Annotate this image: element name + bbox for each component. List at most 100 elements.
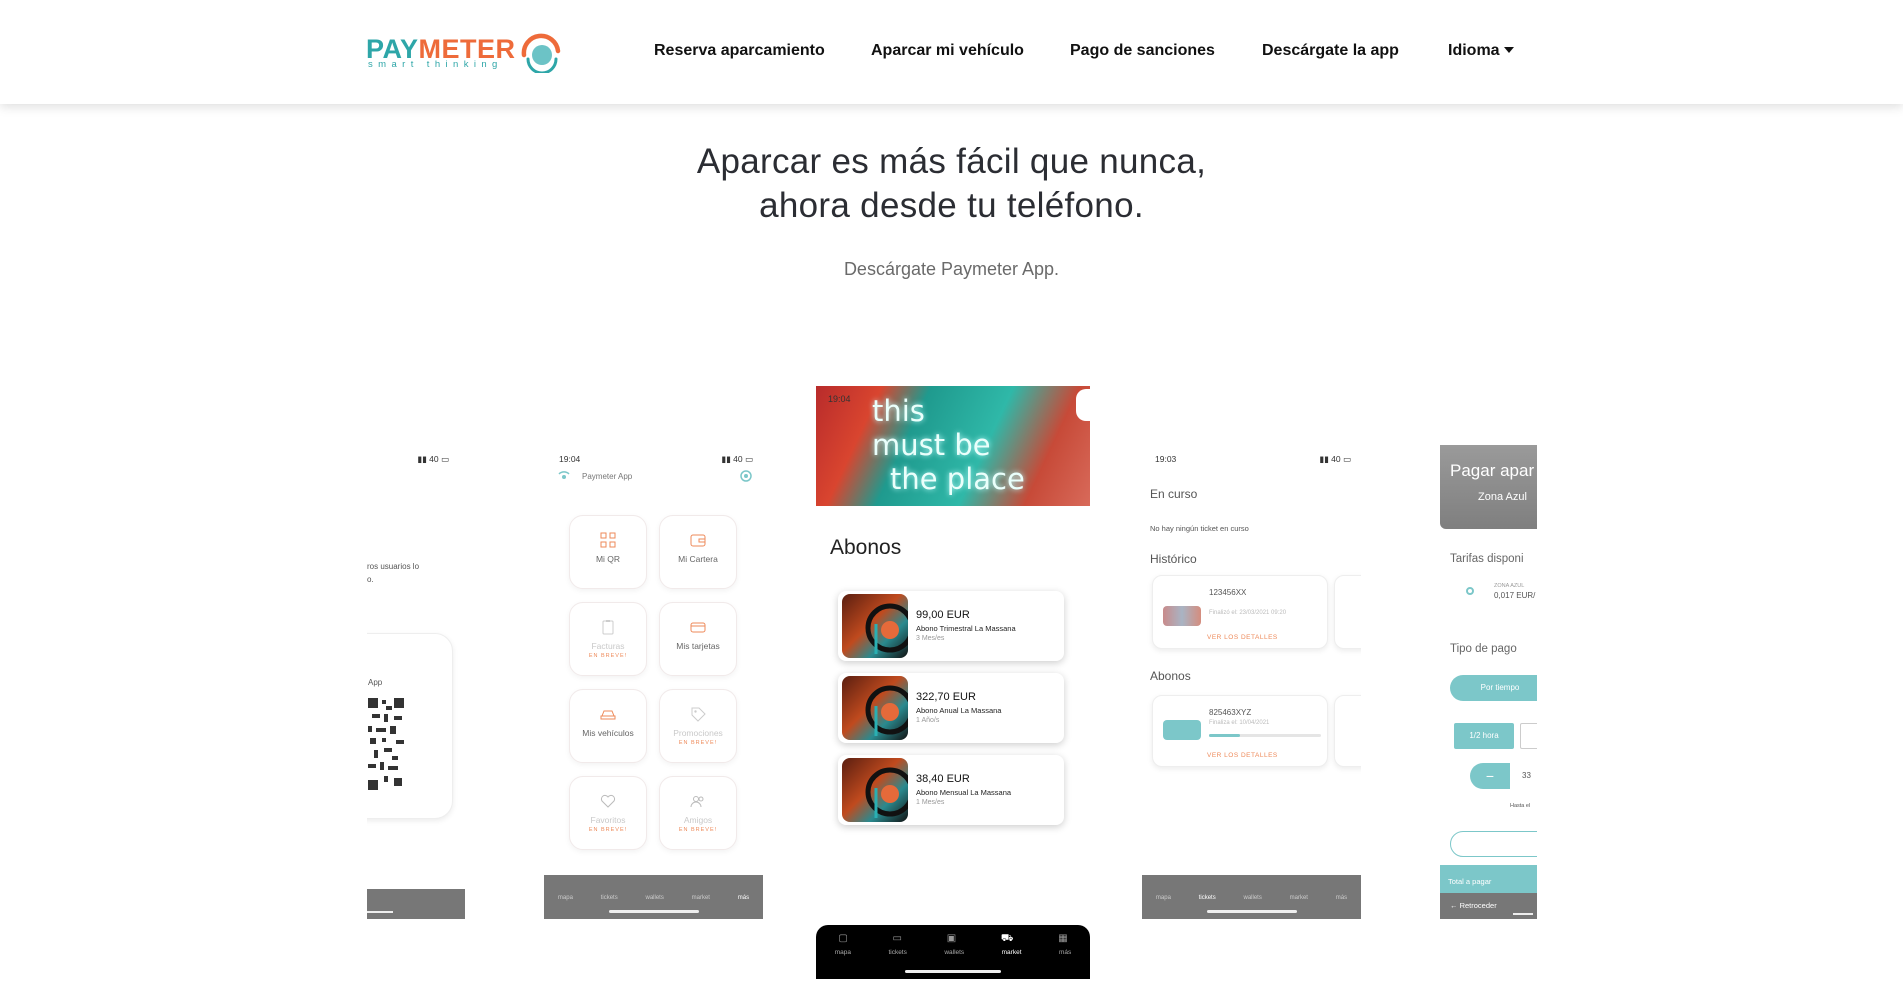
- nav-aparcar-vehiculo[interactable]: Aparcar mi vehículo: [871, 42, 1024, 60]
- home-indicator: [608, 910, 699, 913]
- abono-duration: 3 Mes/es: [916, 635, 945, 642]
- tile-label: Mis tarjetas: [676, 641, 720, 651]
- pay-banner: Pagar apar Zona Azul: [1440, 445, 1537, 529]
- one-hour-button[interactable]: [1520, 723, 1537, 749]
- tab-tickets[interactable]: tickets: [888, 949, 906, 956]
- bottom-tab-bar: [367, 889, 465, 919]
- qr-code-icon: [368, 698, 404, 790]
- nav-pago-sanciones[interactable]: Pago de sanciones: [1070, 42, 1215, 60]
- abono-thumbnail: [842, 676, 908, 740]
- tab-market[interactable]: market: [1290, 895, 1308, 901]
- car-icon: [600, 710, 616, 720]
- logo-target-icon: [521, 33, 561, 73]
- abono-card[interactable]: 322,70 EUR Abono Anual La Massana 1 Año/…: [838, 673, 1064, 743]
- location-target-icon[interactable]: [739, 469, 753, 483]
- tab-wallets[interactable]: wallets: [944, 949, 964, 956]
- abono-card[interactable]: 38,40 EUR Abono Mensual La Massana 1 Mes…: [838, 755, 1064, 825]
- nav-descargate-app[interactable]: Descárgate la app: [1262, 42, 1399, 60]
- signal-icon: ▮▮: [417, 454, 427, 464]
- screen1-text-1: ros usuarios lo: [367, 562, 420, 571]
- ticket-plate: 123456XX: [1209, 588, 1247, 597]
- tile-mis-tarjetas[interactable]: Mis tarjetas: [659, 602, 737, 676]
- ticket-card[interactable]: 123456XX Finalizó el: 23/03/2021 09:20 V…: [1152, 575, 1328, 649]
- nav-reserva-aparcamiento[interactable]: Reserva aparcamiento: [654, 42, 825, 60]
- half-hour-label: 1/2 hora: [1469, 731, 1499, 740]
- cart-icon: ⛟: [1000, 933, 1014, 944]
- tile-mi-qr[interactable]: Mi QR: [569, 515, 647, 589]
- friends-icon: [690, 796, 704, 808]
- home-indicator: [1206, 910, 1297, 913]
- tile-favoritos[interactable]: Favoritos EN BREVE!: [569, 776, 647, 850]
- tab-mapa[interactable]: mapa: [835, 949, 851, 956]
- tile-mi-cartera[interactable]: Mi Cartera: [659, 515, 737, 589]
- zone-price: 0,017 EUR/: [1494, 591, 1536, 600]
- paymeter-logo[interactable]: PAYMETER smart thinking: [366, 30, 572, 76]
- half-hour-button[interactable]: 1/2 hora: [1454, 723, 1514, 749]
- status-bar: ▮▮ 40 ▭: [417, 454, 449, 465]
- screenshot-tickets: 19:03 ▮▮ 40 ▭ En curso No hay ningún tic…: [1142, 445, 1361, 919]
- status-time: 19:04: [828, 394, 851, 404]
- abono-price: 99,00 EUR: [916, 609, 970, 621]
- tab-market[interactable]: market: [1002, 949, 1022, 956]
- tab-tickets[interactable]: tickets: [1199, 895, 1216, 901]
- tile-label: Promociones: [673, 728, 723, 738]
- tab-mapa[interactable]: mapa: [558, 895, 573, 901]
- signal-icon: ▮▮: [1319, 454, 1329, 464]
- tile-facturas[interactable]: Facturas EN BREVE!: [569, 602, 647, 676]
- status-time: 19:03: [1155, 454, 1177, 464]
- back-bar[interactable]: ← Retroceder: [1440, 893, 1537, 919]
- abono-desc: Abono Mensual La Massana: [916, 788, 1012, 797]
- qr-icon: [600, 532, 616, 548]
- car-badge-icon: [1163, 720, 1201, 740]
- abono-details-link[interactable]: VER LOS DETALLES: [1207, 752, 1278, 759]
- idioma-label: Idioma: [1448, 42, 1500, 59]
- pay-banner-title: Pagar apar: [1450, 461, 1535, 480]
- status-bar: ▮▮ 40 ▭: [1319, 454, 1351, 465]
- abono-card-next[interactable]: [1334, 695, 1361, 767]
- status-time: 19:04: [559, 454, 581, 464]
- network-label: 40: [733, 454, 743, 464]
- tipo-pago-heading: Tipo de pago: [1450, 643, 1517, 655]
- abono-thumbnail: [842, 758, 908, 822]
- pay-banner-zone: Zona Azul: [1478, 491, 1527, 503]
- tile-amigos[interactable]: Amigos EN BREVE!: [659, 776, 737, 850]
- ticket-details-link[interactable]: VER LOS DETALLES: [1207, 634, 1278, 641]
- abono-ticket-card[interactable]: 825463XYZ Finaliza el: 10/04/2021 VER LO…: [1152, 695, 1328, 767]
- tab-wallets[interactable]: wallets: [1243, 895, 1261, 901]
- neon-banner-image: 19:04 this must be the place: [816, 386, 1090, 506]
- tile-promociones[interactable]: Promociones EN BREVE!: [659, 689, 737, 763]
- tab-tickets[interactable]: tickets: [601, 895, 618, 901]
- radio-zone-azul[interactable]: [1466, 587, 1474, 595]
- nav-idioma-dropdown[interactable]: Idioma: [1448, 42, 1514, 60]
- wallet-icon: [690, 534, 706, 547]
- tab-mas[interactable]: más: [1336, 895, 1347, 901]
- stepper-minus-button[interactable]: −: [1470, 763, 1510, 789]
- abono-plate: 825463XYZ: [1209, 708, 1252, 717]
- hero-title-line2: ahora desde tu teléfono.: [759, 186, 1144, 225]
- tile-soon-badge: EN BREVE!: [588, 653, 628, 659]
- tile-mis-vehiculos[interactable]: Mis vehículos: [569, 689, 647, 763]
- hero-title-line1: Aparcar es más fácil que nunca,: [696, 142, 1207, 181]
- neon-line-1: this: [872, 394, 925, 428]
- heart-icon: [600, 794, 616, 808]
- neon-line-3: the place: [890, 462, 1025, 496]
- tab-labels: mapa tickets wallets market más: [816, 949, 1090, 956]
- location-target-icon[interactable]: [1076, 389, 1090, 421]
- tile-label: Favoritos: [590, 815, 626, 825]
- clipboard-icon: [602, 620, 614, 635]
- abono-progress-fill: [1209, 734, 1241, 737]
- abono-card[interactable]: 99,00 EUR Abono Trimestral La Massana 3 …: [838, 591, 1064, 661]
- tab-labels: mapa tickets wallets market más: [544, 895, 763, 901]
- tab-market[interactable]: market: [692, 895, 710, 901]
- battery-icon: ▭: [744, 454, 753, 464]
- tab-mapa[interactable]: mapa: [1156, 895, 1171, 901]
- ticket-card-next[interactable]: [1334, 575, 1361, 649]
- tab-mas[interactable]: más: [738, 895, 749, 901]
- tab-wallets[interactable]: wallets: [645, 895, 663, 901]
- outline-action-button[interactable]: [1450, 831, 1537, 857]
- app-title: Paymeter App: [582, 472, 633, 481]
- tab-mas[interactable]: más: [1059, 949, 1071, 956]
- bottom-tab-bar: mapa tickets wallets market más ▢ ▭ ▣ ⛟ …: [816, 925, 1090, 979]
- section-title: Abonos: [830, 536, 902, 559]
- pay-by-time-button[interactable]: Por tiempo: [1450, 675, 1537, 701]
